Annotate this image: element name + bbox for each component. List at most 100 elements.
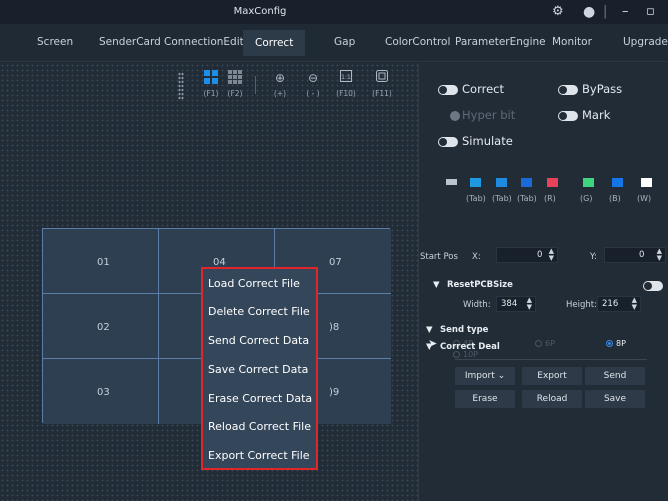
fit-icon: 1:1 — [333, 70, 359, 86]
send-type-caret-icon[interactable]: ▼ — [426, 325, 433, 335]
tool-label: ( - ) — [306, 89, 320, 98]
cell-label: )9 — [329, 387, 340, 398]
tool-label: (F1) — [203, 89, 219, 98]
correct-deal-caret-icon[interactable]: ▼ — [426, 342, 433, 352]
cabinet-cell-01[interactable]: 01 — [43, 229, 159, 294]
menu-erase-correct-data[interactable]: Erase Correct Data — [208, 392, 312, 405]
app-title: MaxConfig — [233, 6, 287, 17]
toolbar-grip-icon[interactable] — [178, 72, 184, 100]
menu-screen[interactable]: Screen — [37, 36, 73, 48]
width-label: Width: — [463, 300, 491, 310]
menu-connectionedit[interactable]: ConnectionEdit — [164, 36, 244, 48]
grid-alt-icon[interactable] — [521, 178, 532, 187]
context-menu: Load Correct File Delete Correct File Se… — [201, 267, 318, 470]
title-bar: MaxConfig ⚙ ● | – ▫ — [0, 0, 668, 24]
swatch-label: (G) — [580, 194, 593, 203]
swatch-label: (B) — [609, 194, 621, 203]
monitor-icon[interactable] — [446, 179, 457, 185]
menu-colorcontrol[interactable]: ColorControl — [385, 36, 450, 48]
hyper-bit-toggle[interactable] — [450, 111, 460, 121]
blue-swatch[interactable] — [612, 178, 623, 187]
tool-label: (+) — [273, 89, 287, 98]
radio-8p[interactable]: 8P — [606, 339, 626, 348]
spin-arrows-icon[interactable]: ▲ ▼ — [657, 248, 662, 262]
zoom-in-tool[interactable]: ⊕ (+) — [267, 70, 293, 98]
image-icon[interactable] — [470, 178, 481, 187]
menu-upgrade[interactable]: Upgrade — [623, 36, 668, 48]
radio-8p-label: 8P — [616, 339, 626, 348]
toolbar-separator — [255, 76, 256, 94]
import-button[interactable]: Import ⌄ — [455, 367, 515, 385]
fullscreen-tool[interactable]: (F11) — [369, 70, 395, 98]
start-pos-y-value: 0 — [639, 250, 645, 260]
cabinet-cell-02[interactable]: 02 — [43, 294, 159, 359]
mark-toggle[interactable] — [558, 111, 578, 121]
grid-gray-icon — [222, 70, 248, 86]
reload-button[interactable]: Reload — [522, 390, 582, 408]
menu-send-correct-data[interactable]: Send Correct Data — [208, 334, 309, 347]
correct-toggle[interactable] — [438, 85, 458, 95]
grid-gray-tool[interactable]: (F2) — [222, 70, 248, 98]
zoom-out-tool[interactable]: ⊖ ( - ) — [300, 70, 326, 98]
radio-6p-label: 6P — [545, 339, 555, 348]
reset-pcb-label: ResetPCBSize — [447, 280, 513, 290]
swatch-label: (Tab) — [492, 194, 512, 203]
spin-arrows-icon[interactable]: ▲ ▼ — [527, 297, 532, 311]
spin-arrows-icon[interactable]: ▲ ▼ — [632, 297, 637, 311]
gear-icon[interactable]: ⚙ — [552, 4, 564, 20]
tool-label: (F10) — [336, 89, 356, 98]
radio-selected-icon — [606, 340, 613, 347]
menu-delete-correct-file[interactable]: Delete Correct File — [208, 305, 310, 318]
reset-pcb-caret-icon[interactable]: ▼ — [433, 280, 440, 290]
height-label: Height: — [566, 300, 597, 310]
mark-label: Mark — [582, 108, 611, 122]
grid-blue-tool[interactable]: (F1) — [198, 70, 224, 98]
menu-load-correct-file[interactable]: Load Correct File — [208, 277, 300, 290]
radio-6p[interactable]: 6P — [535, 339, 555, 348]
red-swatch[interactable] — [547, 178, 558, 187]
zoom-out-icon: ⊖ — [307, 71, 319, 85]
maximize-button[interactable]: ▫ — [646, 4, 655, 20]
export-button[interactable]: Export — [522, 367, 582, 385]
menu-save-correct-data[interactable]: Save Correct Data — [208, 363, 308, 376]
height-input[interactable]: 216 ▲ ▼ — [597, 296, 641, 312]
section-divider — [455, 359, 647, 360]
simulate-toggle[interactable] — [438, 137, 458, 147]
menu-sendercard[interactable]: SenderCard — [99, 36, 161, 48]
menu-export-correct-file[interactable]: Export Correct File — [208, 449, 310, 462]
width-input[interactable]: 384 ▲ ▼ — [496, 296, 536, 312]
menu-parameterengine[interactable]: ParameterEngine — [455, 36, 546, 48]
swatch-label: (Tab) — [517, 194, 537, 203]
swatch-label: (W) — [637, 194, 652, 203]
start-pos-y-input[interactable]: 0 ▲ ▼ — [604, 247, 666, 263]
bypass-toggle[interactable] — [558, 85, 578, 95]
start-pos-x-label: X: — [472, 252, 481, 262]
white-swatch[interactable] — [641, 178, 652, 187]
user-icon[interactable]: ● — [583, 4, 595, 20]
send-button[interactable]: Send — [585, 367, 645, 385]
start-pos-label: Start Pos — [420, 252, 458, 262]
fit-tool[interactable]: 1:1 (F10) — [333, 70, 359, 98]
start-pos-y-label: Y: — [590, 252, 597, 262]
save-button[interactable]: Save — [585, 390, 645, 408]
fullscreen-icon — [369, 70, 395, 86]
menu-monitor[interactable]: Monitor — [552, 36, 592, 48]
cell-label: )8 — [329, 322, 340, 333]
menu-reload-correct-file[interactable]: Reload Correct File — [208, 420, 311, 433]
grid-icon[interactable] — [496, 178, 507, 187]
correct-label: Correct — [462, 82, 504, 96]
menu-gap[interactable]: Gap — [334, 36, 355, 48]
radio-icon — [535, 340, 542, 347]
reset-pcb-toggle[interactable] — [643, 281, 663, 291]
spin-arrows-icon[interactable]: ▲ ▼ — [549, 248, 554, 262]
start-pos-x-input[interactable]: 0 ▲ ▼ — [496, 247, 558, 263]
swatch-label: (Tab) — [466, 194, 486, 203]
cabinet-cell-03[interactable]: 03 — [43, 359, 159, 424]
main-menu: Screen SenderCard ConnectionEdit Correct… — [0, 24, 668, 62]
minimize-button[interactable]: – — [622, 4, 629, 20]
erase-button[interactable]: Erase — [455, 390, 515, 408]
hyper-bit-label: Hyper bit — [462, 108, 516, 122]
green-swatch[interactable] — [583, 178, 594, 187]
cell-label: 03 — [97, 387, 110, 398]
menu-correct[interactable]: Correct — [243, 30, 306, 56]
